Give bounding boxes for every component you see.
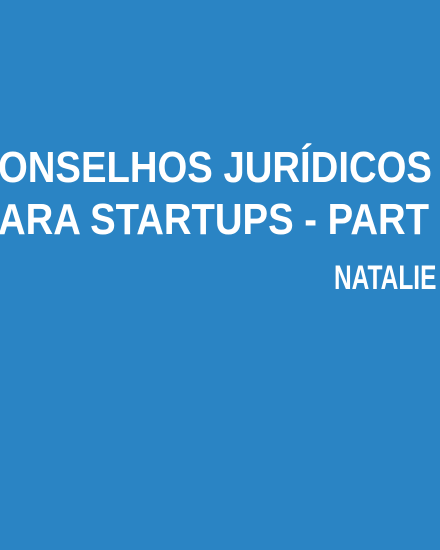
- title-line-1: ONSELHOS JURÍDICOS: [0, 143, 432, 192]
- author-name: NATALIE B: [334, 259, 440, 297]
- title-line-2: ARA STARTUPS - PART: [0, 195, 429, 244]
